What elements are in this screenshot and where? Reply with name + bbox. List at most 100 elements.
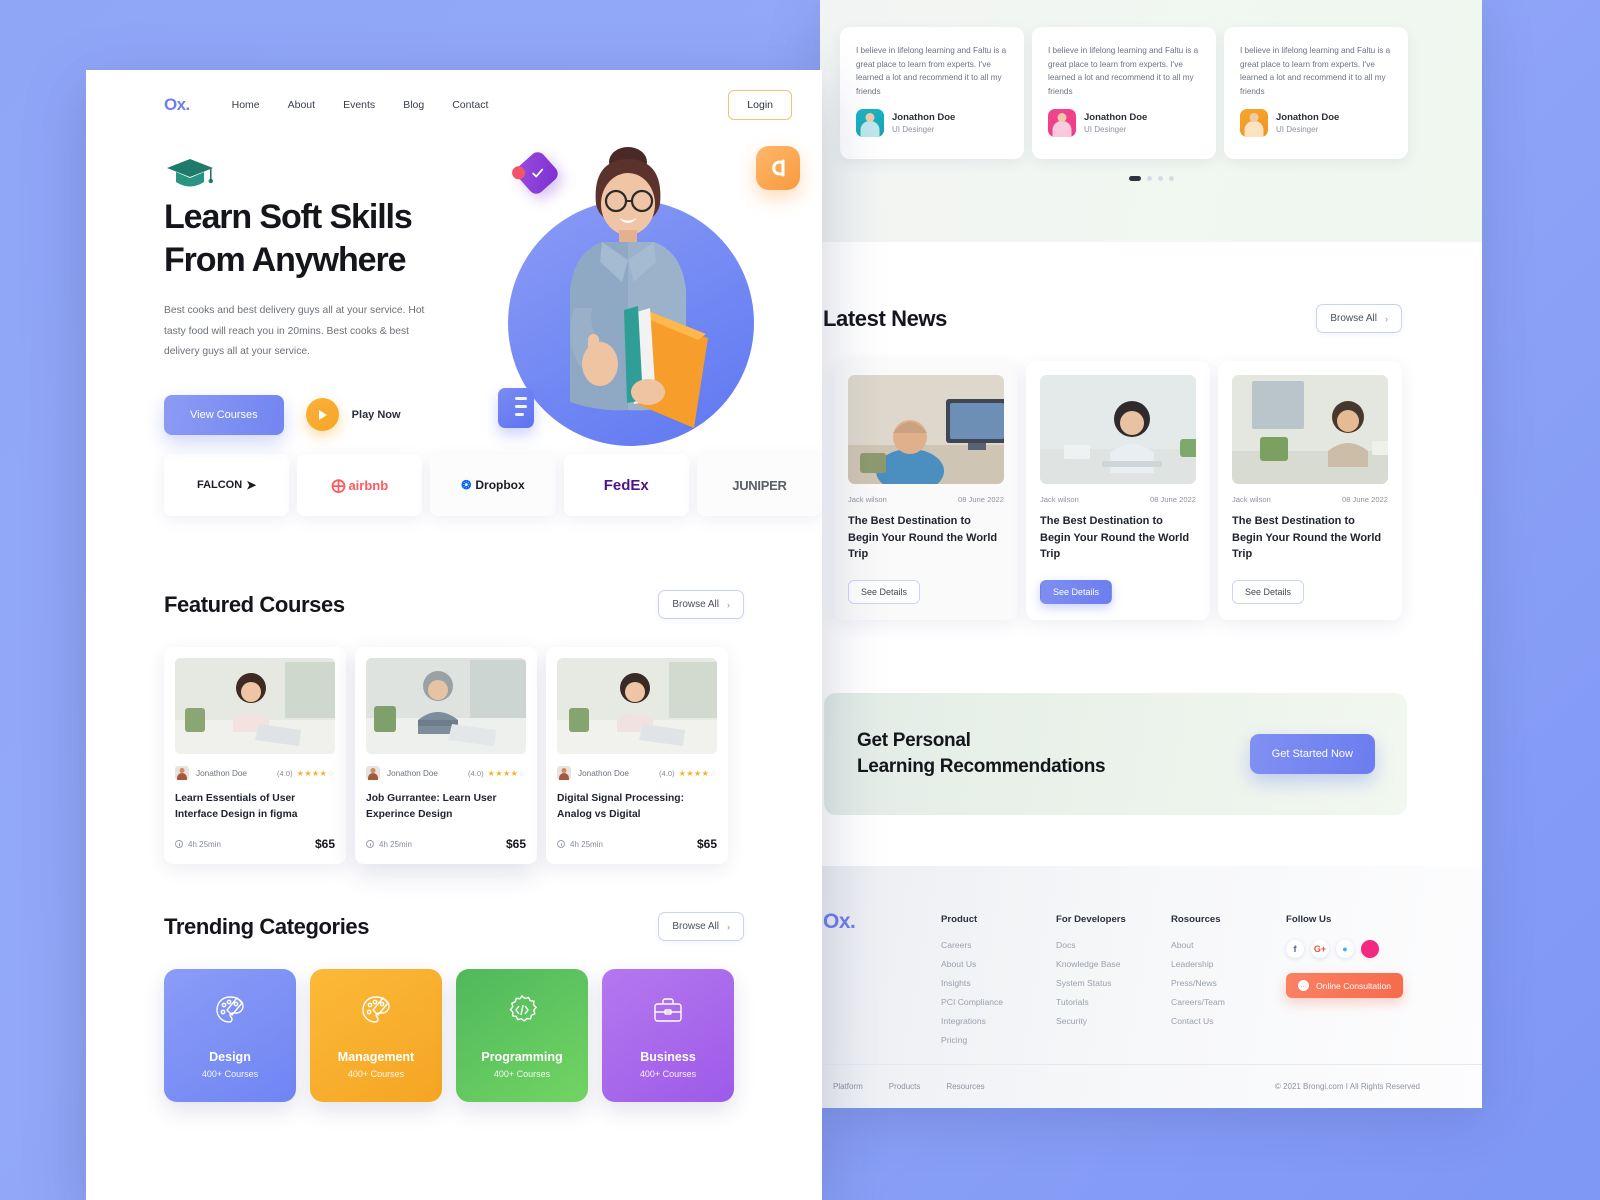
- footer-link[interactable]: Insights: [941, 978, 1056, 988]
- airbnb-mark-icon: ⨁: [331, 476, 346, 493]
- testimonial-card[interactable]: I believe in lifelong learning and Faltu…: [1032, 27, 1216, 159]
- footer-link[interactable]: Pricing: [941, 1035, 1056, 1045]
- cta-line-1: Get Personal: [857, 730, 971, 752]
- carousel-dots[interactable]: [820, 176, 1482, 181]
- carousel-dot-active[interactable]: [1128, 176, 1141, 181]
- brand-label: Dropbox: [475, 478, 525, 492]
- footer-link[interactable]: Careers: [941, 940, 1056, 950]
- category-course-count: 400+ Courses: [493, 1068, 551, 1079]
- twitter-icon[interactable]: ●: [1336, 940, 1354, 958]
- nav-item-blog[interactable]: Blog: [403, 99, 424, 111]
- carousel-dot[interactable]: [1168, 176, 1174, 181]
- footer-link[interactable]: Security: [1056, 1016, 1171, 1026]
- course-card[interactable]: Jonathon Doe (4.0) ★★★★☆ Job Gurrantee: …: [355, 647, 537, 864]
- course-card[interactable]: Jonathon Doe (4.0) ★★★★☆ Digital Signal …: [546, 647, 728, 864]
- browse-all-label: Browse All: [672, 599, 719, 610]
- course-author: Jonathon Doe: [387, 768, 438, 778]
- footer-link[interactable]: Careers/Team: [1171, 997, 1286, 1007]
- play-now-control[interactable]: Play Now: [305, 398, 401, 432]
- site-logo[interactable]: Ox.: [164, 95, 190, 115]
- footer-link[interactable]: About: [1171, 940, 1286, 950]
- featured-courses-section: Featured Courses Browse All › Jonathon D…: [86, 516, 822, 864]
- footer-bottom-link[interactable]: Resources: [946, 1082, 984, 1091]
- facebook-icon[interactable]: f: [1286, 940, 1304, 958]
- testimonial-role: UI Desinger: [1084, 125, 1127, 135]
- testimonial-card[interactable]: I believe in lifelong learning and Faltu…: [840, 27, 1024, 159]
- rating-value: (4.0): [468, 768, 484, 778]
- news-title: The Best Destination to Begin Your Round…: [1232, 515, 1382, 561]
- browse-all-label: Browse All: [672, 921, 719, 932]
- course-card[interactable]: Jonathon Doe (4.0) ★★★★☆ Learn Essential…: [164, 647, 346, 864]
- section-title: Featured Courses: [164, 591, 345, 617]
- view-courses-button[interactable]: View Courses: [164, 394, 284, 435]
- avatar: [1240, 109, 1268, 138]
- category-card-management[interactable]: Management 400+ Courses: [310, 969, 442, 1102]
- carousel-dot[interactable]: [1157, 176, 1163, 181]
- footer-link[interactable]: System Status: [1056, 978, 1171, 988]
- footer-link[interactable]: PCI Compliance: [941, 997, 1056, 1007]
- course-rating: (4.0) ★★★★☆: [468, 769, 526, 778]
- see-details-button[interactable]: See Details: [1040, 580, 1113, 605]
- category-card-programming[interactable]: Programming 400+ Courses: [456, 969, 588, 1102]
- brand-label: FedEx: [603, 476, 649, 494]
- news-card[interactable]: Jack wilson 08 June 2022 The Best Destin…: [1218, 361, 1402, 621]
- brand-logo-dropbox: ❂ Dropbox: [430, 454, 556, 516]
- graduation-cap-icon: [164, 156, 216, 190]
- course-price: $65: [505, 837, 526, 851]
- footer-link[interactable]: About Us: [941, 959, 1056, 969]
- google-plus-icon[interactable]: G+: [1311, 940, 1329, 958]
- news-browse-all-button[interactable]: Browse All ›: [1316, 304, 1402, 333]
- play-icon[interactable]: [305, 398, 339, 432]
- footer-bottom-link[interactable]: Platform: [833, 1082, 863, 1091]
- nav-item-contact[interactable]: Contact: [452, 99, 488, 111]
- latest-news-section: Latest News Browse All › Jack wilson 08 …: [820, 242, 1482, 666]
- footer-link[interactable]: Integrations: [941, 1016, 1056, 1026]
- category-card-business[interactable]: Business 400+ Courses: [602, 969, 734, 1102]
- news-author: Jack wilson: [1040, 495, 1079, 504]
- get-started-now-button[interactable]: Get Started Now: [1249, 734, 1375, 774]
- carousel-dot[interactable]: [1146, 176, 1152, 181]
- see-details-button[interactable]: See Details: [1232, 580, 1305, 605]
- dribbble-icon[interactable]: [1361, 940, 1379, 958]
- news-meta: Jack wilson 08 June 2022: [1040, 495, 1196, 504]
- social-links: f G+ ●: [1286, 940, 1403, 958]
- news-date: 08 June 2022: [1149, 495, 1196, 504]
- category-course-count: 400+ Courses: [639, 1068, 697, 1079]
- course-price: $65: [696, 837, 717, 851]
- testimonial-name: Jonathon Doe: [892, 112, 956, 124]
- avatar: [1048, 109, 1076, 138]
- nav-item-home[interactable]: Home: [232, 99, 260, 111]
- brand-logo-airbnb: ⨁ airbnb: [297, 454, 423, 516]
- duration-label: 4h 25min: [188, 839, 221, 849]
- footer-column-follow-us: Follow Us f G+ ● … Online Consultation: [1286, 886, 1404, 1054]
- footer-link[interactable]: Tutorials: [1056, 997, 1171, 1007]
- footer-link[interactable]: Leadership: [1171, 959, 1286, 969]
- trending-browse-all-button[interactable]: Browse All ›: [658, 912, 744, 941]
- trending-categories-header: Trending Categories Browse All ›: [164, 912, 744, 941]
- category-course-count: 400+ Courses: [347, 1068, 405, 1079]
- see-details-button[interactable]: See Details: [848, 580, 921, 605]
- footer-link[interactable]: Docs: [1056, 940, 1171, 950]
- footer-link[interactable]: Press/News: [1171, 978, 1286, 988]
- login-button[interactable]: Login: [728, 90, 792, 120]
- news-card[interactable]: Jack wilson 08 June 2022 The Best Destin…: [1026, 361, 1210, 621]
- news-card[interactable]: Jack wilson 08 June 2022 The Best Destin…: [834, 361, 1018, 621]
- testimonials-section: I believe in lifelong learning and Faltu…: [820, 0, 1482, 242]
- course-duration: 4h 25min: [557, 840, 603, 849]
- news-thumbnail: [848, 375, 1004, 484]
- dropbox-mark-icon: ❂: [461, 478, 472, 492]
- clock-icon: [366, 840, 374, 848]
- nav-item-events[interactable]: Events: [343, 99, 375, 111]
- featured-browse-all-button[interactable]: Browse All ›: [658, 590, 744, 619]
- nav-item-about[interactable]: About: [288, 99, 315, 111]
- student-photo: [524, 138, 736, 438]
- online-consultation-button[interactable]: … Online Consultation: [1286, 973, 1404, 998]
- latest-news-header: Latest News Browse All ›: [820, 304, 1482, 333]
- footer-link[interactable]: Contact Us: [1171, 1016, 1286, 1026]
- footer-logo[interactable]: Ox.: [823, 886, 941, 1054]
- footer-link[interactable]: Knowledge Base: [1056, 959, 1171, 969]
- course-footer: 4h 25min $65: [366, 837, 526, 851]
- category-card-design[interactable]: Design 400+ Courses: [164, 969, 296, 1102]
- footer-bottom-link[interactable]: Products: [889, 1082, 921, 1091]
- testimonial-card[interactable]: I believe in lifelong learning and Faltu…: [1224, 27, 1408, 159]
